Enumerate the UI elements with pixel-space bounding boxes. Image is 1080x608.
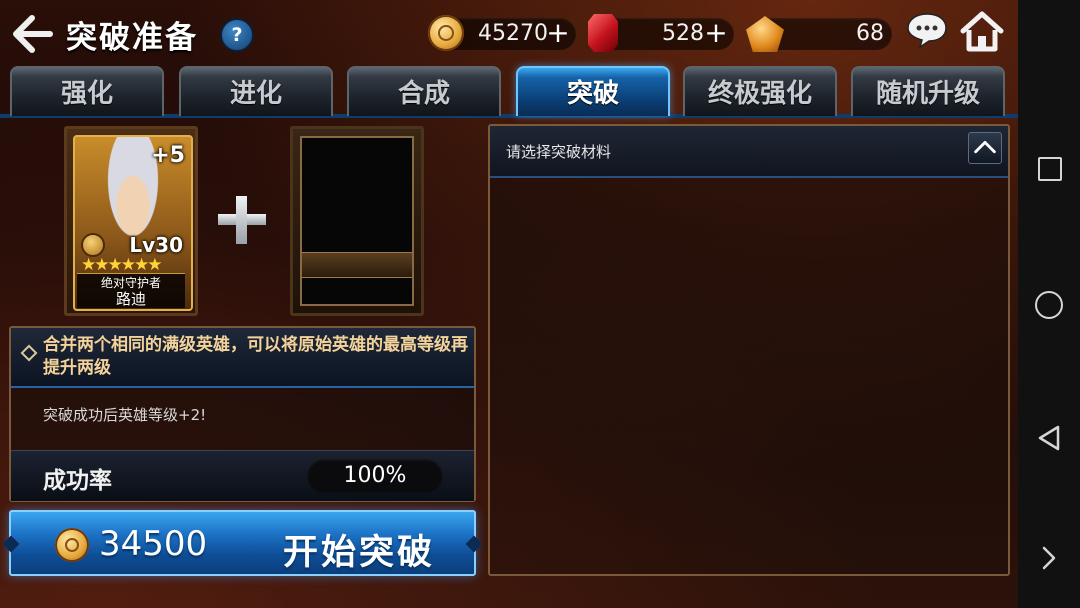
info-header: 合并两个相同的满级英雄，可以将原始英雄的最高等级再提升两级 bbox=[11, 328, 474, 388]
ruby-resource: 528 + bbox=[598, 18, 734, 50]
chevron-right-icon[interactable] bbox=[1040, 544, 1058, 572]
start-breakthrough-button[interactable]: 34500 开始突破 bbox=[9, 510, 476, 576]
material-panel: 请选择突破材料 bbox=[488, 124, 1010, 576]
shield-icon bbox=[81, 233, 105, 257]
page-title: 突破准备 bbox=[66, 20, 198, 56]
material-header: 请选择突破材料 bbox=[490, 126, 1008, 178]
diamond-bullet-icon bbox=[20, 344, 38, 362]
tab-bar: 强化 进化 合成 突破 终极强化 随机升级 bbox=[10, 66, 1010, 118]
hero-portrait: +5 Lv30 ★★★★★★ 绝对守护者 路迪 bbox=[73, 135, 193, 311]
gold-coin-icon bbox=[55, 528, 89, 562]
success-rate-label: 成功率 bbox=[43, 468, 112, 494]
add-gold-button[interactable]: + bbox=[546, 18, 570, 50]
start-label: 开始突破 bbox=[283, 533, 436, 573]
tab-enhance[interactable]: 强化 bbox=[10, 66, 164, 116]
tab-evolve[interactable]: 进化 bbox=[179, 66, 333, 116]
ruby-value: 528 bbox=[662, 21, 704, 46]
tab-random-upgrade[interactable]: 随机升级 bbox=[851, 66, 1005, 116]
info-panel: 合并两个相同的满级英雄，可以将原始英雄的最高等级再提升两级 突破成功后英雄等级+… bbox=[9, 326, 476, 502]
info-description: 合并两个相同的满级英雄，可以将原始英雄的最高等级再提升两级 bbox=[43, 335, 468, 378]
hero-title: 绝对守护者 bbox=[100, 276, 161, 290]
gold-coin-icon bbox=[428, 15, 464, 51]
plus-icon bbox=[218, 196, 266, 244]
hero-stars: ★★★★★★ bbox=[81, 255, 162, 275]
start-cost: 34500 bbox=[99, 524, 208, 564]
material-slot-nameplate bbox=[302, 252, 412, 278]
bonus-text: 突破成功后英雄等级+2! bbox=[43, 406, 207, 424]
hero-name: 路迪 bbox=[115, 290, 146, 308]
gold-value: 45270 bbox=[478, 21, 548, 46]
chevron-up-icon[interactable] bbox=[968, 132, 1002, 164]
hero-card[interactable]: +5 Lv30 ★★★★★★ 绝对守护者 路迪 bbox=[64, 126, 198, 316]
success-rate-row: 成功率 100% bbox=[11, 450, 474, 501]
hero-plus-level: +5 bbox=[151, 143, 185, 168]
chat-icon[interactable] bbox=[906, 12, 948, 48]
success-rate-value: 100% bbox=[307, 459, 443, 493]
ruby-icon bbox=[588, 14, 618, 52]
game-screen: 突破准备 ? 45270 + 528 + 68 强化 进化 合成 突破 终极强化… bbox=[0, 0, 1018, 608]
tab-ultimate-enhance[interactable]: 终极强化 bbox=[683, 66, 837, 116]
tab-combine[interactable]: 合成 bbox=[347, 66, 501, 116]
tab-breakthrough[interactable]: 突破 bbox=[516, 66, 670, 116]
add-ruby-button[interactable]: + bbox=[704, 18, 728, 50]
material-slot-empty[interactable] bbox=[290, 126, 424, 316]
help-icon[interactable]: ? bbox=[220, 18, 254, 52]
recent-apps-icon[interactable] bbox=[1038, 157, 1062, 181]
amber-value: 68 bbox=[856, 21, 884, 46]
material-title: 请选择突破材料 bbox=[506, 143, 612, 161]
material-slot-frame bbox=[300, 136, 414, 306]
back-triangle-icon[interactable] bbox=[1036, 424, 1062, 452]
home-button-icon[interactable] bbox=[1035, 291, 1063, 319]
hero-level: Lv30 bbox=[129, 233, 183, 257]
home-icon[interactable] bbox=[960, 10, 1004, 52]
back-arrow-icon[interactable] bbox=[12, 14, 54, 54]
hero-nameplate: 绝对守护者 路迪 bbox=[77, 273, 185, 308]
